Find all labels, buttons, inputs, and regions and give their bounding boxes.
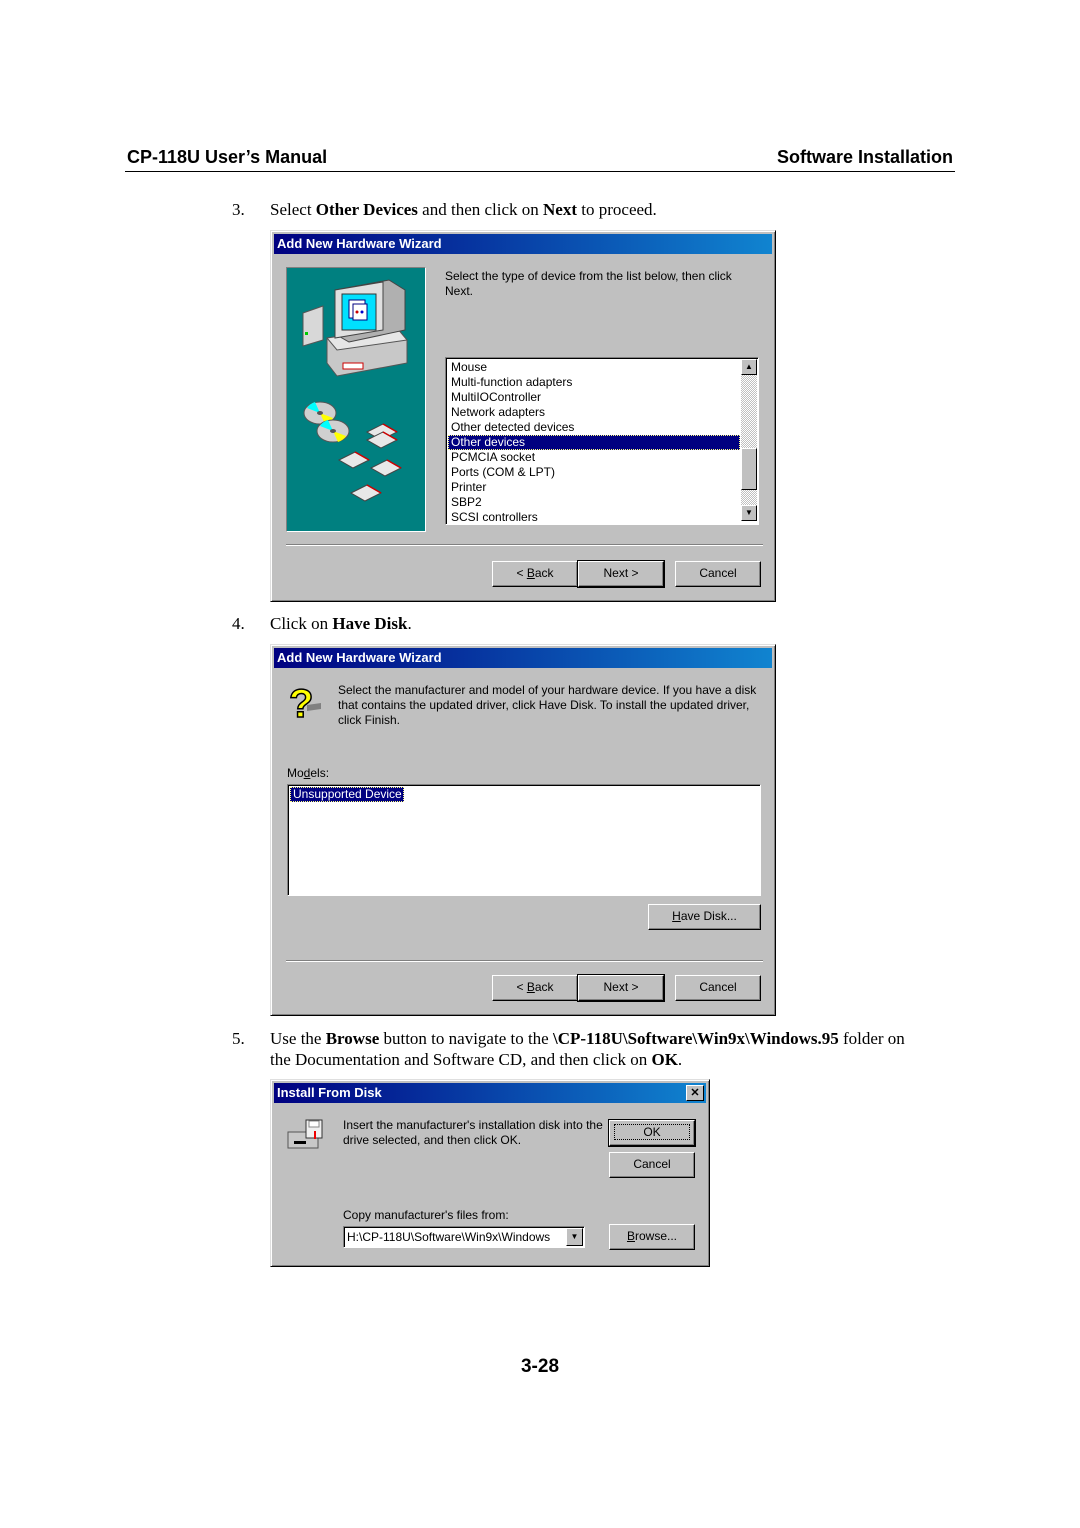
models-label: Models: [287, 766, 330, 780]
have-disk-button[interactable]: Have Disk... [648, 904, 761, 930]
text: button to navigate to the [379, 1029, 553, 1048]
dialog-title: Install From Disk [277, 1085, 382, 1100]
text: Click on [270, 614, 333, 633]
close-icon: ✕ [690, 1087, 700, 1099]
text: . [407, 614, 412, 633]
add-hardware-wizard-dialog-1: Add New Hardware Wizard Select the type … [270, 230, 776, 602]
bold-text: OK [651, 1050, 678, 1069]
install-from-disk-dialog: Install From Disk ✕ Insert the manufactu… [270, 1079, 710, 1267]
scroll-up-button[interactable]: ▲ [741, 359, 757, 375]
back-button[interactable]: < Back [492, 561, 578, 587]
device-type-item[interactable]: SBP2 [448, 495, 740, 510]
ok-label: OK [614, 1124, 690, 1140]
next-button[interactable]: Next > [577, 974, 665, 1002]
close-button[interactable]: ✕ [686, 1085, 704, 1101]
path-input[interactable]: H:\CP-118U\Software\Win9x\Windows [347, 1229, 565, 1245]
hardware-illustration [286, 267, 426, 532]
cancel-button[interactable]: Cancel [675, 561, 761, 587]
bold-text: Next [543, 200, 578, 219]
floppy-drive-icon [287, 1119, 323, 1149]
cancel-button[interactable]: Cancel [609, 1152, 695, 1178]
bold-text: Other Devices [315, 200, 418, 219]
ok-button[interactable]: OK [608, 1119, 696, 1147]
dropdown-arrow-icon[interactable]: ▼ [566, 1228, 583, 1246]
device-type-list[interactable]: Mouse Multi-function adapters MultiIOContr… [445, 357, 759, 525]
scroll-thumb[interactable] [741, 448, 757, 490]
device-type-item[interactable]: Other detected devices [448, 420, 740, 435]
device-type-item-selected[interactable]: Other devices [448, 435, 740, 450]
step-text: Click on Have Disk. [270, 613, 412, 634]
device-type-item[interactable]: Network adapters [448, 405, 740, 420]
device-type-item[interactable]: SCSI controllers [448, 510, 740, 525]
text: and then click on [417, 200, 544, 219]
device-type-item[interactable]: Multi-function adapters [448, 375, 740, 390]
device-type-item[interactable]: MultiIOController [448, 390, 740, 405]
device-type-item[interactable]: Ports (COM & LPT) [448, 465, 740, 480]
device-type-items: Mouse Multi-function adapters MultiIOContr… [448, 360, 740, 525]
next-button[interactable]: Next > [577, 560, 665, 588]
separator [286, 544, 763, 546]
add-hardware-wizard-dialog-2: Add New Hardware Wizard ? Select the man… [270, 644, 776, 1016]
dialog-titlebar: Install From Disk ✕ [274, 1083, 706, 1103]
text: to proceed. [577, 200, 657, 219]
computer-icon [302, 279, 408, 502]
models-list[interactable]: Unsupported Device [287, 784, 761, 896]
back-button[interactable]: < Back [492, 975, 578, 1001]
device-type-item[interactable]: PCMCIA socket [448, 450, 740, 465]
device-type-item[interactable]: Printer [448, 480, 740, 495]
step-number: 5. [232, 1029, 245, 1048]
bold-text: Browse [325, 1029, 380, 1048]
svg-text:?: ? [289, 682, 313, 723]
dialog-titlebar: Add New Hardware Wizard [274, 234, 772, 254]
text: . [677, 1050, 683, 1069]
question-mark-icon: ? [288, 681, 321, 723]
path-combobox[interactable]: H:\CP-118U\Software\Win9x\Windows ▼ [343, 1226, 585, 1248]
text: Select [270, 200, 316, 219]
cancel-button[interactable]: Cancel [675, 975, 761, 1001]
vertical-scrollbar[interactable]: ▲ ▼ [741, 359, 757, 521]
text: folder on [838, 1029, 905, 1048]
section-title: Software Installation [776, 147, 953, 167]
model-item-selected[interactable]: Unsupported Device [290, 787, 404, 802]
dialog-titlebar: Add New Hardware Wizard [274, 648, 772, 668]
copy-from-label: Copy manufacturer's files from: [343, 1208, 509, 1222]
bold-text: \CP-118U\Software\Win9x\Windows.95 [552, 1029, 839, 1048]
bold-text: Have Disk [332, 614, 408, 633]
page-number: 3-28 [520, 1356, 560, 1377]
step-number: 3. [232, 200, 245, 219]
header-rule [125, 171, 955, 172]
step-text: Select Other Devices and then click on N… [270, 199, 657, 220]
step-text: Use the Browse button to navigate to the… [270, 1028, 960, 1070]
install-instruction: Insert the manufacturer's installation d… [343, 1118, 603, 1147]
step-number: 4. [232, 614, 245, 633]
text: the Documentation and Software CD, and t… [270, 1050, 652, 1069]
browse-button[interactable]: Browse... [609, 1224, 695, 1250]
separator [286, 960, 763, 962]
text: Use the [270, 1029, 326, 1048]
manual-title: CP-118U User’s Manual [127, 147, 328, 167]
wizard-instruction: Select the type of device from the list … [445, 269, 732, 298]
device-type-item[interactable]: Mouse [448, 360, 740, 375]
wizard-instruction: Select the manufacturer and model of you… [338, 683, 757, 727]
scroll-down-button[interactable]: ▼ [741, 505, 757, 521]
